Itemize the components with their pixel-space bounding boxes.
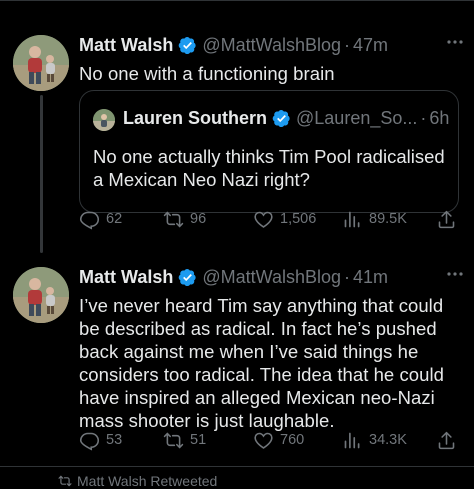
avatar[interactable]: [13, 35, 69, 91]
tweet-header: Matt Walsh @MattWalshBlog · 47m: [79, 33, 463, 57]
tweet-text-line: I’ve never heard Tim say anything that c…: [79, 295, 444, 316]
views-chart-icon: [344, 211, 360, 227]
quoted-text-line: No one actually thinks Tim Pool radicali…: [93, 146, 445, 167]
like-button[interactable]: 760: [253, 428, 304, 452]
repost-count: 51: [190, 432, 207, 448]
top-divider: [0, 0, 474, 1]
reply-icon: [79, 211, 100, 230]
tweet-header: Matt Walsh @MattWalshBlog · 41m: [79, 265, 463, 289]
more-options-icon[interactable]: [444, 264, 466, 284]
repost-icon: [58, 475, 72, 487]
author-handle[interactable]: @MattWalshBlog: [202, 35, 341, 56]
tweet-text: I’ve never heard Tim say anything that c…: [79, 294, 462, 432]
quoted-text-line: a Mexican Neo Nazi right?: [93, 169, 310, 190]
reply-button[interactable]: 62: [79, 207, 122, 231]
tweet-text: No one with a functioning brain: [79, 62, 462, 85]
views-chart-icon: [344, 432, 360, 448]
repost-count: 96: [190, 211, 207, 227]
author-handle[interactable]: @MattWalshBlog: [202, 267, 341, 288]
next-item-retweet-label: Matt Walsh Retweeted: [58, 473, 218, 489]
quoted-author-handle: @Lauren_So...: [296, 107, 418, 128]
tweet-timestamp[interactable]: 41m: [353, 267, 388, 288]
share-icon: [438, 210, 455, 228]
views-button[interactable]: 34.3K: [342, 428, 407, 452]
dot-separator: ·: [344, 266, 350, 287]
like-count: 1,506: [280, 211, 317, 227]
tweet-text-line: back against me when I’ve said things he: [79, 341, 419, 362]
reply-icon: [79, 432, 100, 451]
repost-button[interactable]: 51: [163, 428, 206, 452]
dot-separator: ·: [344, 34, 350, 55]
more-options-icon[interactable]: [444, 32, 466, 52]
dot-separator: ·: [420, 107, 427, 128]
author-display-name[interactable]: Matt Walsh: [79, 35, 173, 56]
repost-icon: [163, 211, 184, 227]
quoted-tweet-timestamp: 6h: [429, 107, 450, 128]
tweet-timestamp[interactable]: 47m: [353, 35, 388, 56]
reply-count: 62: [106, 211, 123, 227]
views-count: 89.5K: [369, 211, 407, 227]
tweet-actions: 53 51 760 34.3K: [79, 428, 462, 452]
tweet-text-line: be described as radical. In fact he’s pu…: [79, 318, 437, 339]
heart-icon: [254, 432, 273, 449]
tweet-content: Matt Walsh @MattWalshBlog · 47m No one w…: [79, 33, 463, 85]
share-button[interactable]: [436, 428, 457, 452]
quoted-author-display-name: Lauren Southern: [123, 107, 268, 128]
repost-button[interactable]: 96: [163, 207, 206, 231]
repost-icon: [163, 432, 184, 448]
views-count: 34.3K: [369, 432, 407, 448]
share-button[interactable]: [436, 207, 457, 231]
verified-badge-icon: [272, 109, 291, 128]
author-display-name[interactable]: Matt Walsh: [79, 267, 173, 288]
feed-divider: [0, 466, 474, 467]
reply-button[interactable]: 53: [79, 428, 122, 452]
retweeted-by-text: Matt Walsh Retweeted: [77, 473, 218, 489]
verified-badge-icon: [178, 268, 197, 287]
quoted-author-avatar: [93, 109, 115, 131]
quoted-tweet-text: No one actually thinks Tim Pool radicali…: [93, 145, 445, 191]
heart-icon: [254, 211, 273, 228]
avatar[interactable]: [13, 267, 69, 323]
verified-badge-icon: [178, 36, 197, 55]
share-icon: [438, 431, 455, 449]
tweet-text-line: No one with a functioning brain: [79, 63, 335, 84]
tweet-text-line: considers too radical. The idea that he …: [79, 364, 444, 385]
thread-connector-line: [40, 95, 43, 253]
reply-count: 53: [106, 432, 123, 448]
views-button[interactable]: 89.5K: [342, 207, 407, 231]
like-button[interactable]: 1,506: [253, 207, 316, 231]
tweet-actions: 62 96 1,506 89.5K: [79, 207, 462, 231]
quoted-tweet-card[interactable]: Lauren Southern @Lauren_So... · 6h No on…: [79, 90, 459, 213]
quoted-tweet-header: Lauren Southern @Lauren_So... · 6h: [123, 106, 449, 130]
tweet-content: Matt Walsh @MattWalshBlog · 41m I’ve nev…: [79, 265, 463, 432]
tweet-text-line: have inspired an alleged Mexican neo-Naz…: [79, 387, 435, 408]
like-count: 760: [280, 432, 305, 448]
